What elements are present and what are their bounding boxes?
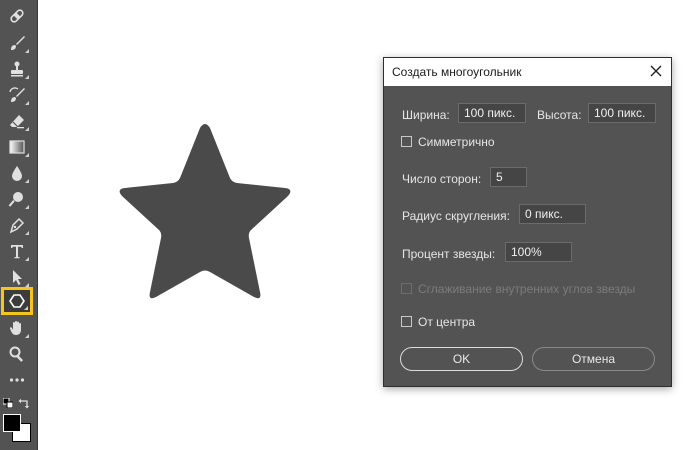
blur-icon — [12, 166, 22, 181]
gradient-icon — [9, 140, 25, 154]
hand-tool[interactable] — [3, 316, 31, 340]
type-tool[interactable] — [3, 239, 31, 263]
sides-label: Число сторон: — [402, 172, 482, 186]
blur-tool[interactable] — [3, 161, 31, 185]
type-icon — [11, 245, 23, 259]
healing-brush-icon — [10, 9, 24, 23]
healing-brush-tool[interactable] — [3, 4, 31, 28]
smooth-star-indents-label: Сглаживание внутренних углов звезды — [418, 282, 636, 296]
history-brush-icon — [9, 87, 25, 102]
symmetric-checkbox[interactable] — [401, 136, 412, 147]
width-input[interactable]: 100 пикс. — [458, 103, 526, 123]
clone-stamp-icon — [11, 61, 23, 77]
cancel-button[interactable]: Отмена — [532, 347, 655, 371]
clone-stamp-tool[interactable] — [3, 57, 31, 81]
path-selection-icon — [13, 270, 22, 285]
eraser-icon — [10, 115, 24, 129]
create-polygon-dialog: Создать многоугольник Ширина: 100 пикс. … — [383, 57, 672, 387]
hand-icon — [9, 321, 21, 335]
close-icon[interactable] — [649, 64, 663, 78]
pen-tool[interactable] — [3, 213, 31, 237]
from-center-label: От центра — [418, 315, 476, 329]
foreground-color-swatch[interactable] — [3, 414, 21, 432]
default-colors-icon[interactable] — [3, 398, 13, 408]
tools-panel — [0, 0, 38, 450]
dodge-tool[interactable] — [3, 187, 31, 211]
dialog-title: Создать многоугольник — [392, 65, 522, 79]
corner-radius-input[interactable]: 0 пикс. — [519, 204, 586, 224]
zoom-icon — [9, 346, 24, 362]
width-label: Ширина: — [402, 108, 450, 122]
dialog-title-bar[interactable]: Создать многоугольник — [384, 58, 671, 86]
gradient-tool[interactable] — [3, 135, 31, 159]
height-label: Высота: — [537, 108, 582, 122]
dodge-icon — [8, 192, 23, 207]
swap-colors-icon[interactable] — [18, 397, 30, 409]
smooth-star-indents-checkbox — [401, 283, 412, 294]
height-input[interactable]: 100 пикс. — [588, 103, 656, 123]
corner-radius-label: Радиус скругления: — [402, 209, 510, 223]
polygon-tool[interactable] — [1, 287, 33, 315]
star-ratio-label: Процент звезды: — [402, 247, 496, 261]
ok-button[interactable]: OK — [400, 347, 523, 371]
star-ratio-input[interactable]: 100% — [505, 242, 572, 262]
pen-icon — [9, 217, 25, 234]
history-brush-tool[interactable] — [3, 83, 31, 107]
from-center-checkbox[interactable] — [401, 316, 412, 327]
sides-input[interactable]: 5 — [490, 167, 527, 187]
symmetric-label: Симметрично — [418, 135, 495, 149]
more-tools[interactable] — [3, 368, 31, 392]
eraser-tool[interactable] — [3, 109, 31, 133]
brush-icon — [11, 36, 25, 50]
star-shape — [119, 124, 291, 299]
path-selection-tool[interactable] — [3, 265, 31, 289]
more-icon — [9, 378, 25, 382]
brush-tool[interactable] — [3, 31, 31, 55]
zoom-tool[interactable] — [3, 342, 31, 366]
